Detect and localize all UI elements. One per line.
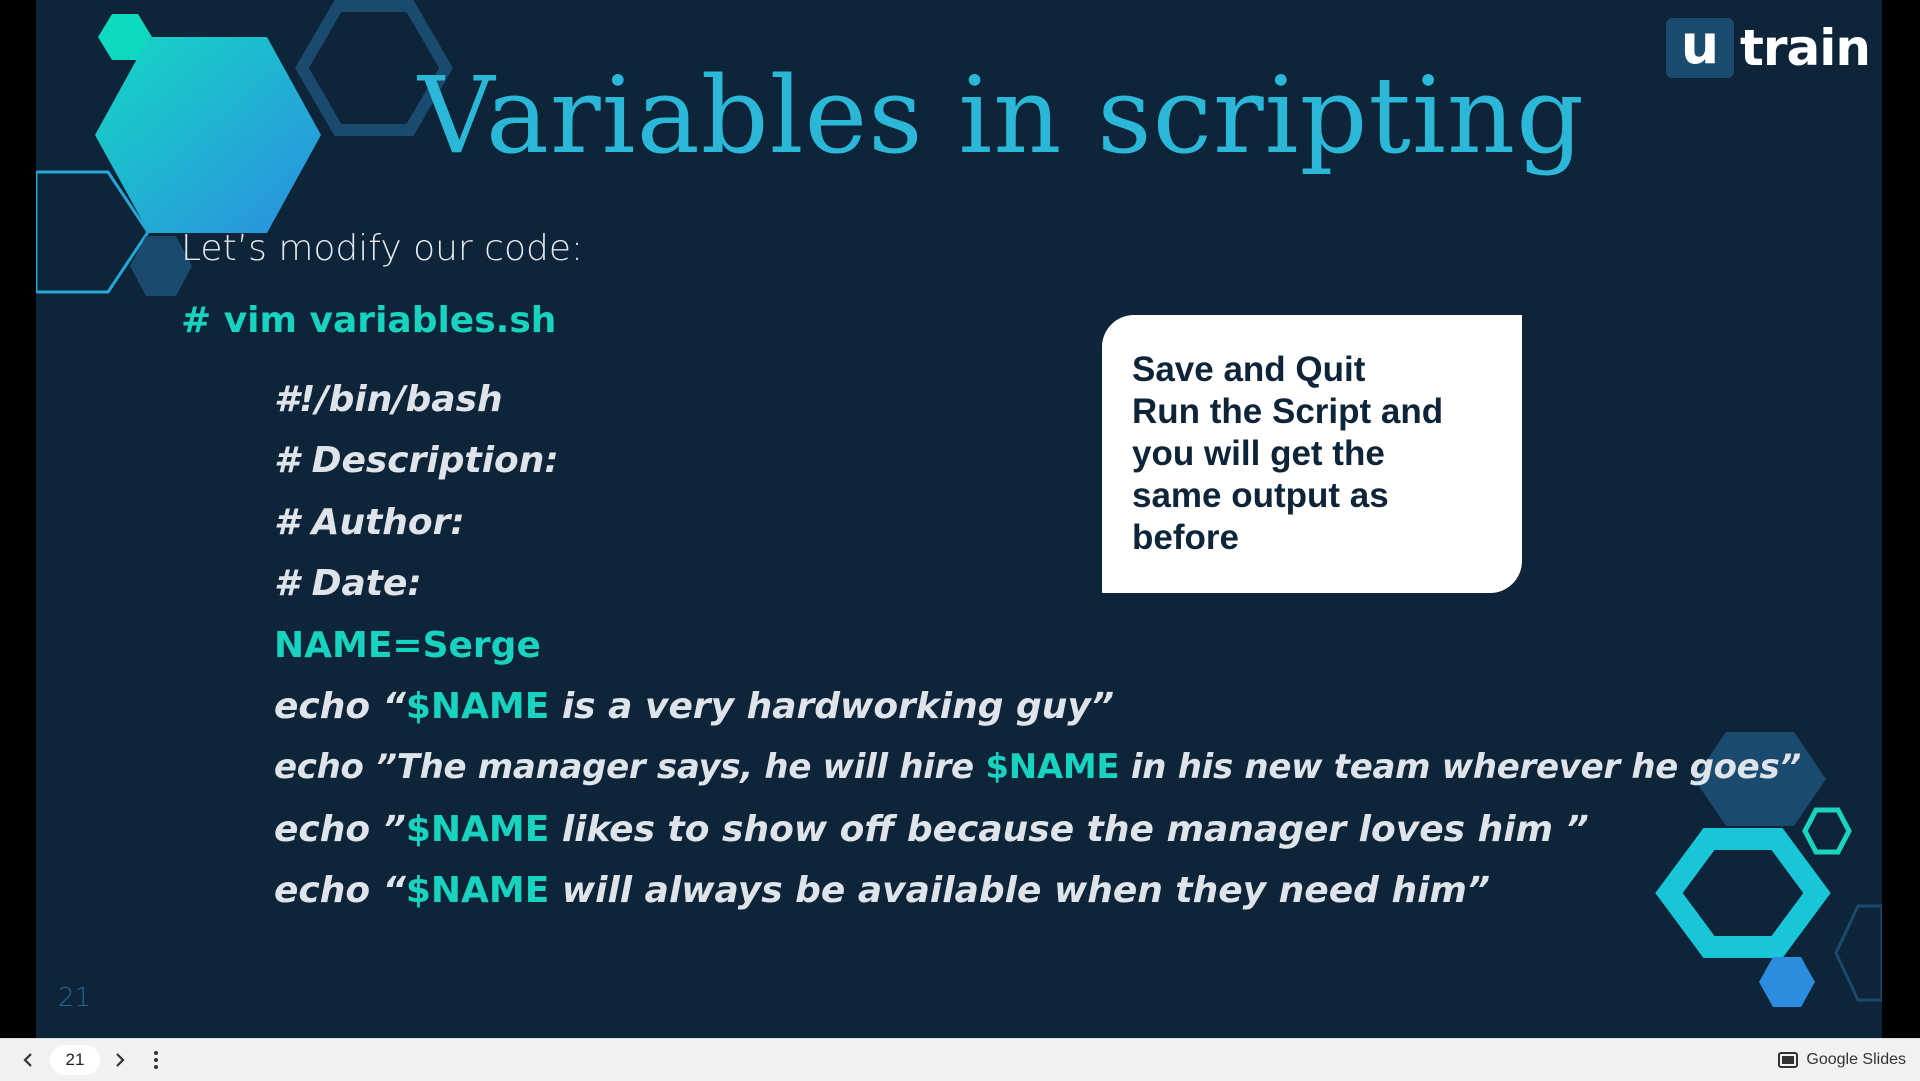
utrain-logo: u train [1665, 18, 1871, 78]
code-line-date: # Date: [274, 563, 422, 605]
callout-line: you will get the [1132, 434, 1385, 473]
code-text: echo ”The manager says, he will hire [274, 747, 986, 788]
code-line-description: # Description: [274, 440, 559, 482]
chevron-left-icon [23, 1053, 32, 1067]
variable-token: $NAME [405, 808, 550, 850]
slide: Variables in scripting u train Let’s mod… [36, 0, 1882, 1038]
code-text: will always be available when they need … [549, 870, 1491, 912]
hexagon-shape [1802, 807, 1852, 855]
page-number-input[interactable]: 21 [50, 1045, 100, 1075]
code-line-echo-4: echo “$NAME will always be available whe… [274, 860, 1801, 921]
code-text: is a very hardworking guy” [549, 685, 1115, 727]
code-line-echo-3: echo ”$NAME likes to show off because th… [274, 799, 1801, 860]
code-line-shebang: #!/bin/bash [274, 379, 503, 420]
code-text: echo “ [274, 685, 406, 727]
logo-badge: u [1665, 18, 1734, 78]
callout-line: before [1132, 518, 1239, 557]
code-text: likes to show off because the manager lo… [549, 808, 1589, 850]
callout-line: Run the Script and [1132, 392, 1444, 431]
code-text: echo “ [274, 870, 406, 912]
next-slide-button[interactable] [106, 1039, 134, 1081]
app-name-label: Google Slides [1806, 1051, 1906, 1068]
more-vert-icon [154, 1051, 158, 1069]
code-line-echo-2: echo ”The manager says, he will hire $NA… [274, 737, 1801, 798]
slide-title: Variables in scripting [418, 54, 1586, 177]
callout-box: Save and Quit Run the Script and you wil… [1102, 315, 1522, 593]
hexagon-shape [36, 170, 150, 294]
code-block: #!/bin/bash # Description: # Author: # D… [274, 369, 1801, 922]
logo-wordmark: train [1739, 19, 1871, 77]
code-line-echo-1: echo “$NAME is a very hardworking guy” [274, 676, 1801, 737]
hexagon-shape [98, 14, 152, 60]
more-options-button[interactable] [144, 1039, 168, 1081]
variable-token: $NAME [985, 747, 1120, 788]
code-text: echo ” [274, 808, 406, 850]
vim-command: # vim variables.sh [181, 300, 557, 341]
hexagon-shape [1834, 904, 1882, 1002]
google-slides-link[interactable]: Google Slides [1778, 1039, 1906, 1081]
variable-token: $NAME [405, 685, 550, 727]
chevron-right-icon [116, 1053, 125, 1067]
slide-number: 21 [58, 983, 92, 1013]
intro-text: Let’s modify our code: [181, 228, 584, 269]
variable-token: $NAME [405, 870, 550, 912]
previous-slide-button[interactable] [14, 1039, 42, 1081]
slides-icon [1778, 1052, 1799, 1068]
hexagon-shape [95, 37, 321, 233]
callout-line: same output as [1132, 476, 1389, 515]
code-text: in his new team wherever he goes” [1119, 747, 1801, 788]
presentation-toolbar: 21 Google Slides [0, 1038, 1920, 1081]
hexagon-shape [1759, 957, 1815, 1007]
code-line-author: # Author: [274, 501, 465, 543]
callout-line: Save and Quit [1132, 350, 1366, 389]
code-line-assignment: NAME=Serge [274, 624, 541, 666]
